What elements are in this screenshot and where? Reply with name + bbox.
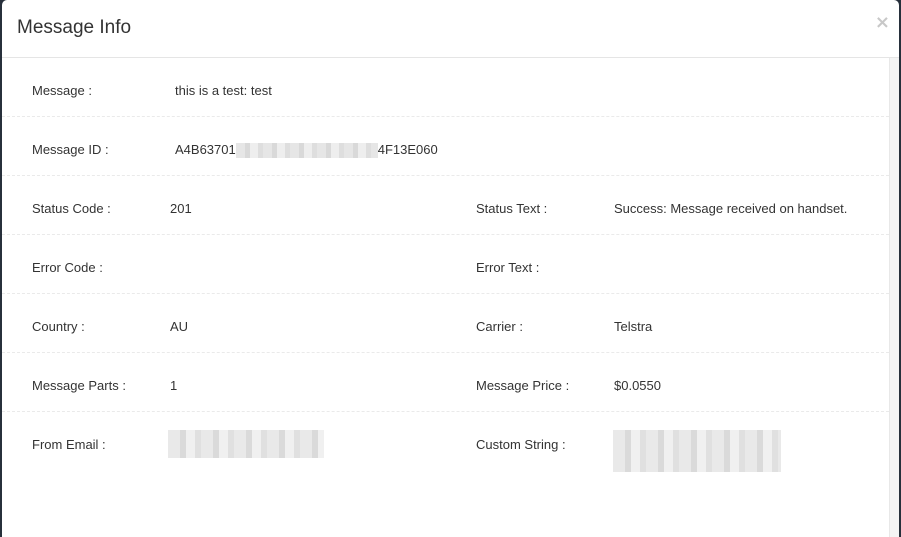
info-row-message: Message : this is a test: test <box>2 58 889 117</box>
message-label: Message : <box>32 83 92 98</box>
message-price-label: Message Price : <box>476 378 570 393</box>
message-parts-label: Message Parts : <box>32 378 126 393</box>
info-row-error: Error Code : Error Text : <box>2 235 889 294</box>
country-label: Country : <box>32 319 85 334</box>
modal-scrollbar[interactable] <box>889 58 899 537</box>
info-row-message-id: Message ID : A4B63701 4F13E060 <box>2 117 889 176</box>
from-email-label: From Email : <box>32 437 106 452</box>
status-code-value: 201 <box>170 201 192 216</box>
message-info-modal: Message Info × Message : this is a test:… <box>2 0 899 537</box>
error-text-label: Error Text : <box>476 260 540 275</box>
message-id-value: A4B63701 4F13E060 <box>175 142 438 159</box>
info-row-status: Status Code : 201 Status Text : Success:… <box>2 176 889 235</box>
info-row-parts: Message Parts : 1 Message Price : $0.055… <box>2 353 889 412</box>
message-price-value: $0.0550 <box>614 378 661 393</box>
error-code-label: Error Code : <box>32 260 103 275</box>
message-value: this is a test: test <box>175 83 272 98</box>
message-id-redaction <box>235 143 378 159</box>
modal-title: Message Info <box>17 17 132 38</box>
status-text-label: Status Text : <box>476 201 548 216</box>
country-value: AU <box>170 319 189 334</box>
message-id-label: Message ID : <box>32 142 109 157</box>
modal-header: Message Info × <box>2 0 899 58</box>
from-email-redaction <box>168 430 324 458</box>
custom-string-label: Custom String : <box>476 437 566 452</box>
info-row-from: From Email : Custom String : <box>2 412 889 532</box>
status-code-label: Status Code : <box>32 201 111 216</box>
message-id-prefix: A4B63701 <box>175 142 236 157</box>
modal-body: Message : this is a test: test Message I… <box>2 58 889 537</box>
message-parts-value: 1 <box>170 378 178 393</box>
info-row-country: Country : AU Carrier : Telstra <box>2 294 889 353</box>
custom-string-redaction <box>613 430 781 472</box>
carrier-label: Carrier : <box>476 319 523 334</box>
carrier-value: Telstra <box>614 319 653 334</box>
close-icon[interactable]: × <box>875 14 890 32</box>
message-id-suffix: 4F13E060 <box>377 142 438 157</box>
status-text-value: Success: Message received on handset. <box>614 201 848 216</box>
